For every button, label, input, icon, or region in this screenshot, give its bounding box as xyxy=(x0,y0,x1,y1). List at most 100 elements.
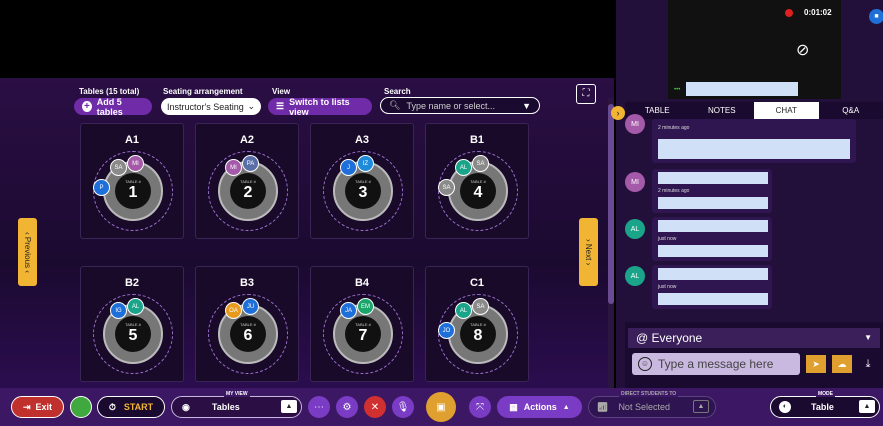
table-card[interactable]: A1 TABLE # 1 SA MI P xyxy=(80,123,184,239)
exit-button[interactable]: ⇥ Exit xyxy=(11,396,64,418)
signal-icon: ••• xyxy=(674,87,681,93)
seating-select[interactable]: Instructor's Seating ⌄ xyxy=(161,98,261,115)
table-card[interactable]: A3 TABLE # 3 J IZ xyxy=(310,123,414,239)
table-card[interactable]: B1 TABLE # 4 AL SA SA xyxy=(425,123,529,239)
recipient-select[interactable]: @ Everyone ▼ xyxy=(628,328,880,348)
bottom-bar: ⇥ Exit ⏱ START ◉ MY VIEW Tables ▲ ⋯ ⚙ ✕ 🎙︎… xyxy=(0,388,883,426)
stop-record-icon[interactable]: ■ xyxy=(869,9,883,24)
collapse-panel-icon[interactable]: › xyxy=(611,106,625,120)
table-card[interactable]: C1 TABLE # 8 AL SA JO xyxy=(425,266,529,382)
seat-avatar[interactable]: SA xyxy=(472,298,489,315)
seat-avatar[interactable]: P xyxy=(93,179,110,196)
avatar: MI xyxy=(625,114,645,134)
chat-message: just now xyxy=(652,265,772,309)
table-card[interactable]: B2 TABLE # 5 IG AL xyxy=(80,266,184,382)
tab-chat[interactable]: CHAT xyxy=(754,102,819,119)
tables-count-label: Tables (15 total) xyxy=(79,87,140,96)
list-icon: ☰ xyxy=(276,101,285,111)
chat-message: 2 minutes ago xyxy=(652,119,856,163)
camera-off-icon[interactable]: ✕ xyxy=(364,396,386,418)
mode-label: MODE xyxy=(816,391,835,397)
seat-avatar[interactable]: OA xyxy=(225,302,242,319)
message-placeholder: Type a message here xyxy=(658,357,774,371)
search-placeholder: Type name or select... xyxy=(406,100,495,111)
scrollbar-track[interactable] xyxy=(608,98,614,388)
direct-students-value: Not Selected xyxy=(618,402,670,412)
search-label: Search xyxy=(384,87,411,96)
table-number: 5 xyxy=(128,327,138,344)
table-center: TABLE # 8 xyxy=(460,316,496,352)
seat-avatar[interactable]: SA xyxy=(438,179,455,196)
mode-select[interactable]: ◐ MODE Table ▲ xyxy=(770,391,880,418)
start-button[interactable]: ⏱ START xyxy=(97,396,165,418)
seat-avatar[interactable]: JO xyxy=(438,322,455,339)
direct-students-select[interactable]: 📶︎ DIRECT STUDENTS TO Not Selected ▲ xyxy=(588,391,716,418)
actions-button[interactable]: ▦ Actions ▲ xyxy=(497,396,582,418)
message-text xyxy=(658,197,768,209)
seat-avatar[interactable]: AL xyxy=(127,298,144,315)
seat-avatar[interactable]: SA xyxy=(110,159,127,176)
message-text xyxy=(658,172,768,184)
my-view-value: Tables xyxy=(211,402,240,412)
microphone-icon[interactable]: 🎙︎ xyxy=(392,396,414,418)
message-time: just now xyxy=(658,236,677,242)
status-green-icon[interactable] xyxy=(70,396,92,418)
table-card[interactable]: B3 TABLE # 6 OA JU xyxy=(195,266,299,382)
chat-message: just now xyxy=(652,217,772,261)
chevron-down-icon: ⌄ xyxy=(247,101,255,111)
settings-icon[interactable]: ⚙ xyxy=(336,396,358,418)
camera-off-icon: ⊘ xyxy=(796,42,810,59)
message-time: just now xyxy=(658,284,677,290)
emoji-icon[interactable]: ☺ xyxy=(638,357,652,371)
tab-notes[interactable]: NOTES xyxy=(690,102,755,119)
previous-button[interactable]: ‹ Previous ‹ xyxy=(18,218,37,286)
table-name: A2 xyxy=(239,134,255,146)
table-center: TABLE # 1 xyxy=(115,173,151,209)
caret-down-icon: ▼ xyxy=(864,333,872,342)
expand-icon[interactable]: ⤧ xyxy=(469,396,491,418)
right-panel: 0:01:02 ■ 🎙︎ ⊘ ••• › TABLE NOTES CHAT Q&… xyxy=(611,0,883,388)
share-screen-icon[interactable]: ▣ xyxy=(426,392,456,422)
switch-view-button[interactable]: ☰ Switch to lists view xyxy=(268,97,372,117)
seat-avatar[interactable]: SA xyxy=(472,155,489,172)
fullscreen-icon[interactable]: ⛶ xyxy=(576,84,596,104)
send-icon[interactable]: ➤ xyxy=(806,355,826,373)
tables-stage: Tables (15 total) + Add 5 tables Seating… xyxy=(0,78,614,388)
seat-avatar[interactable]: PA xyxy=(242,155,259,172)
avatar: AL xyxy=(625,219,645,239)
search-input[interactable]: 🔍︎ Type name or select... ▼ xyxy=(380,97,540,114)
table-center: TABLE # 2 xyxy=(230,173,266,209)
grid-icon: ▦ xyxy=(509,401,518,412)
message-time: 2 minutes ago xyxy=(658,188,690,194)
message-input[interactable]: ☺ Type a message here xyxy=(632,353,800,375)
mode-value: Table xyxy=(811,402,834,412)
seat-avatar[interactable]: J xyxy=(340,159,357,176)
seat-avatar[interactable]: JU xyxy=(242,298,259,315)
seat-avatar[interactable]: AL xyxy=(455,159,472,176)
table-number: 7 xyxy=(358,327,368,344)
seat-avatar[interactable]: IG xyxy=(110,302,127,319)
seat-avatar[interactable]: IZ xyxy=(357,155,374,172)
seat-avatar[interactable]: MI xyxy=(225,159,242,176)
download-icon[interactable]: ⤓ xyxy=(859,355,877,373)
add-tables-button[interactable]: + Add 5 tables xyxy=(74,97,152,117)
scrollbar-thumb[interactable] xyxy=(608,104,614,304)
seat-avatar[interactable]: MI xyxy=(127,155,144,172)
seat-avatar[interactable]: AL xyxy=(455,302,472,319)
next-label: Next xyxy=(584,243,593,261)
message-text xyxy=(658,268,768,280)
panel-tabs: TABLE NOTES CHAT Q&A xyxy=(625,102,883,119)
seat-avatar[interactable]: EM xyxy=(357,298,374,315)
avatar: MI xyxy=(625,172,645,192)
more-icon[interactable]: ⋯ xyxy=(308,396,330,418)
table-number: 1 xyxy=(128,184,138,201)
table-card[interactable]: A2 TABLE # 2 MI PA xyxy=(195,123,299,239)
next-button[interactable]: › Next › xyxy=(579,218,598,286)
message-text xyxy=(658,245,768,257)
upload-icon[interactable]: ☁ xyxy=(832,355,852,373)
table-name: A3 xyxy=(354,134,370,146)
tab-qa[interactable]: Q&A xyxy=(819,102,883,119)
table-card[interactable]: B4 TABLE # 7 JA EM xyxy=(310,266,414,382)
seat-avatar[interactable]: JA xyxy=(340,302,357,319)
my-view-select[interactable]: ◉ MY VIEW Tables ▲ xyxy=(171,391,302,418)
